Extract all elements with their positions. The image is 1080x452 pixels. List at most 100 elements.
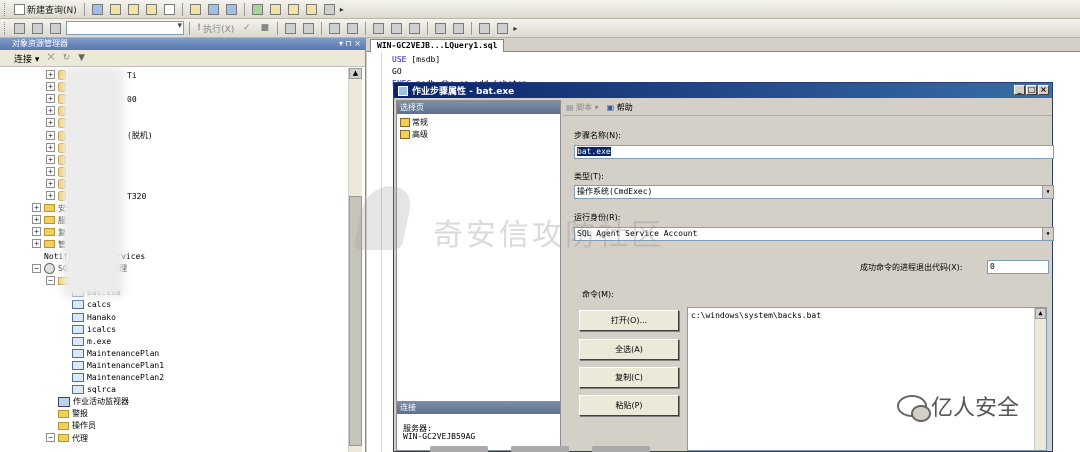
available-databases-button[interactable] (48, 21, 63, 36)
new-query-button[interactable]: 新建查询(N) (12, 2, 79, 17)
tree-item[interactable]: 作业活动监视器 (58, 396, 129, 408)
tree-expander-icon[interactable]: + (46, 191, 55, 200)
toolbar-separator (83, 2, 85, 16)
include-plan-button[interactable] (327, 21, 342, 36)
tree-expander-icon[interactable]: + (46, 118, 55, 128)
query-designer-button[interactable] (301, 21, 316, 36)
type-label: 类型(T): (574, 172, 604, 181)
tree-expander-icon[interactable]: + (46, 130, 55, 140)
tree-expander-icon[interactable]: + (46, 94, 55, 104)
job-tree-item[interactable]: Hanako (72, 311, 116, 323)
execute-button[interactable]: ! 执行(X) (195, 21, 236, 36)
code-line-2[interactable]: GO (392, 67, 402, 76)
object-explorer-button[interactable] (268, 2, 283, 17)
step-name-input[interactable]: bat.exe (574, 145, 1054, 159)
page-general[interactable]: 常规 (400, 117, 428, 128)
tree-expander-icon[interactable]: + (32, 227, 41, 237)
database-selector[interactable] (66, 21, 184, 35)
comment-button[interactable] (433, 21, 448, 36)
display-plan-button[interactable] (283, 21, 298, 36)
change-connection-button[interactable] (30, 21, 45, 36)
connect-button[interactable] (12, 21, 27, 36)
page-advanced[interactable]: 高级 (400, 129, 428, 140)
tree-expander-icon[interactable]: + (46, 166, 55, 176)
filter-icon[interactable]: ▼ (78, 53, 85, 63)
job-tree-item[interactable]: MaintenancePlan1 (72, 359, 164, 371)
tree-expander-icon[interactable]: + (46, 70, 55, 79)
refresh-icon[interactable]: ↻ (63, 53, 71, 63)
tree-expander-icon[interactable]: − (32, 263, 41, 273)
save-button[interactable] (206, 2, 221, 17)
registered-servers-button[interactable] (250, 2, 265, 17)
solution-explorer-button[interactable] (304, 2, 319, 17)
cancel-query-button[interactable]: ■ (257, 21, 272, 36)
tree-expander-icon[interactable]: + (46, 178, 55, 188)
type-select[interactable]: 操作系统(CmdExec) (574, 185, 1054, 199)
open-file-button[interactable] (188, 2, 203, 17)
paste-button[interactable]: 粘贴(P) (579, 395, 679, 416)
job-tree-item[interactable]: icalcs (72, 323, 116, 335)
toolbar-overflow-icon[interactable]: ▸ (340, 5, 344, 14)
database-engine-query-button[interactable] (90, 2, 105, 17)
tree-expander-icon[interactable]: + (46, 106, 55, 116)
results-to-grid-button[interactable] (389, 21, 404, 36)
analysis-query-button[interactable] (108, 2, 123, 17)
job-tree-item[interactable]: sqlrca (72, 384, 116, 396)
tree-expander-icon[interactable]: − (46, 275, 55, 285)
close-button[interactable]: × (1038, 85, 1049, 95)
scroll-up-icon[interactable]: ▲ (349, 68, 362, 79)
tree-expander-icon[interactable]: + (46, 82, 55, 92)
copy-button[interactable]: 复制(C) (579, 367, 679, 388)
tree-expander-icon[interactable]: + (46, 142, 55, 152)
toolbar-overflow-icon[interactable]: ▸ (513, 24, 517, 33)
increase-indent-button[interactable] (495, 21, 510, 36)
tree-expander-icon[interactable]: + (32, 215, 41, 225)
job-tree-item[interactable]: m.exe (72, 335, 111, 347)
uncomment-button[interactable] (451, 21, 466, 36)
command-textarea[interactable]: c:\windows\system\backs.bat ▲ (687, 307, 1047, 451)
minimize-button[interactable]: _ (1014, 85, 1025, 95)
open-button[interactable]: 打开(O)... (579, 310, 679, 331)
panel-pin-icon[interactable]: ▾ ⊓ × (339, 38, 361, 50)
dmx-query-button[interactable] (144, 2, 159, 17)
dialog-title-bar[interactable]: 作业步骤属性 - bat.exe _ □ × (394, 83, 1052, 98)
toolbar-grip[interactable] (4, 21, 7, 35)
exit-code-input[interactable]: 0 (987, 260, 1049, 274)
results-to-text-button[interactable] (371, 21, 386, 36)
dialog-bottom-button[interactable] (592, 446, 650, 452)
client-statistics-button[interactable] (345, 21, 360, 36)
editor-tab[interactable]: WIN-GC2VEJB...LQuery1.sql (370, 39, 505, 52)
tree-item[interactable]: 警报 (58, 408, 88, 420)
toolbar-grip[interactable] (4, 2, 7, 16)
template-explorer-button[interactable] (286, 2, 301, 17)
xmla-query-button[interactable] (162, 2, 177, 17)
command-scrollbar[interactable]: ▲ (1034, 308, 1046, 450)
mdx-query-button[interactable] (126, 2, 141, 17)
results-to-file-button[interactable] (407, 21, 422, 36)
dialog-bottom-button[interactable] (430, 446, 488, 452)
tree-item[interactable]: 操作员 (58, 420, 96, 432)
disconnect-icon[interactable]: ⨉ (47, 53, 54, 63)
results-grid-icon (391, 22, 403, 34)
parse-button[interactable]: ✓ (239, 21, 254, 36)
job-tree-item[interactable]: MaintenancePlan (72, 347, 159, 359)
tree-expander-icon[interactable]: + (32, 239, 41, 249)
object-explorer-scrollbar[interactable]: ▲ (348, 68, 362, 452)
code-line-1[interactable]: USE [msdb] (392, 55, 440, 64)
tree-expander-icon[interactable]: + (32, 203, 41, 213)
tree-expander-icon[interactable]: + (46, 154, 55, 164)
connect-dropdown[interactable]: 连接 ▾ (14, 52, 39, 65)
select-all-button[interactable]: 全选(A) (579, 339, 679, 360)
script-button[interactable]: ▤ 脚本 ▾ (566, 102, 599, 113)
job-tree-item[interactable]: MaintenancePlan2 (72, 372, 164, 384)
job-tree-item[interactable]: calcs (72, 299, 111, 311)
maximize-button[interactable]: □ (1026, 85, 1037, 95)
properties-button[interactable] (322, 2, 337, 17)
decrease-indent-button[interactable] (477, 21, 492, 36)
help-button[interactable]: ▣ 帮助 (607, 102, 633, 113)
tree-expander-icon[interactable]: − (46, 433, 55, 442)
dialog-bottom-button[interactable] (511, 446, 569, 452)
scroll-up-icon[interactable]: ▲ (1035, 308, 1046, 319)
tree-item[interactable]: − 代理 (46, 432, 88, 444)
save-all-button[interactable] (224, 2, 239, 17)
